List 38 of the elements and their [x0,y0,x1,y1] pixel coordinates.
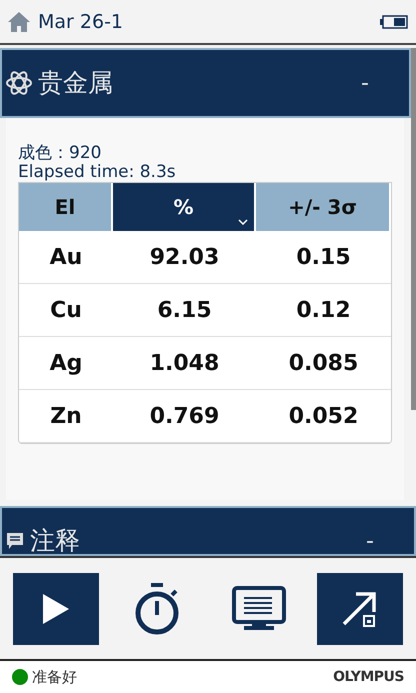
column-header[interactable]: +/- 3σ [256,183,391,231]
table-cell: Zn [19,390,113,443]
status-text: 准备好 [32,668,78,686]
section-title: 贵金属 [38,69,114,97]
table-cell: 1.048 [113,337,256,390]
play-icon [43,594,69,624]
column-header[interactable]: El [19,183,113,231]
collapse-toggle[interactable]: - [361,70,369,96]
table-cell: 6.15 [113,284,256,337]
export-arrow-icon [342,590,378,628]
table-cell: 0.15 [256,231,391,284]
battery-icon [380,14,408,28]
home-icon[interactable] [8,12,30,32]
table-cell: 0.769 [113,390,256,443]
elapsed-time: Elapsed time: 8.3s [18,163,177,182]
column-header[interactable]: % [113,183,256,231]
scrollbar[interactable] [411,48,416,410]
export-button[interactable] [316,572,403,644]
collapse-toggle[interactable]: - [366,529,374,554]
table-cell: Ag [19,337,113,390]
brand-logo: OLYMPUS [333,669,404,685]
table-cell: Cu [19,284,113,337]
section-header[interactable]: 注释 - [0,506,416,556]
table-cell: 0.052 [256,390,391,443]
comment-icon [6,532,24,550]
play-button[interactable] [13,572,99,644]
section-title: 注释 [30,526,81,554]
stopwatch-icon [134,582,180,634]
chevron-icon [238,219,248,225]
table-cell: 0.085 [256,337,391,390]
table-cell: 92.03 [113,231,256,284]
table-cell: 0.12 [256,284,391,337]
grade-label: 成色：920 [18,144,102,163]
monitor-icon [232,586,286,632]
table-cell: Au [19,231,113,284]
header-title: Mar 26-1 [38,10,124,32]
section-header[interactable]: 贵金属 - [0,48,411,118]
atom-icon [6,70,32,96]
